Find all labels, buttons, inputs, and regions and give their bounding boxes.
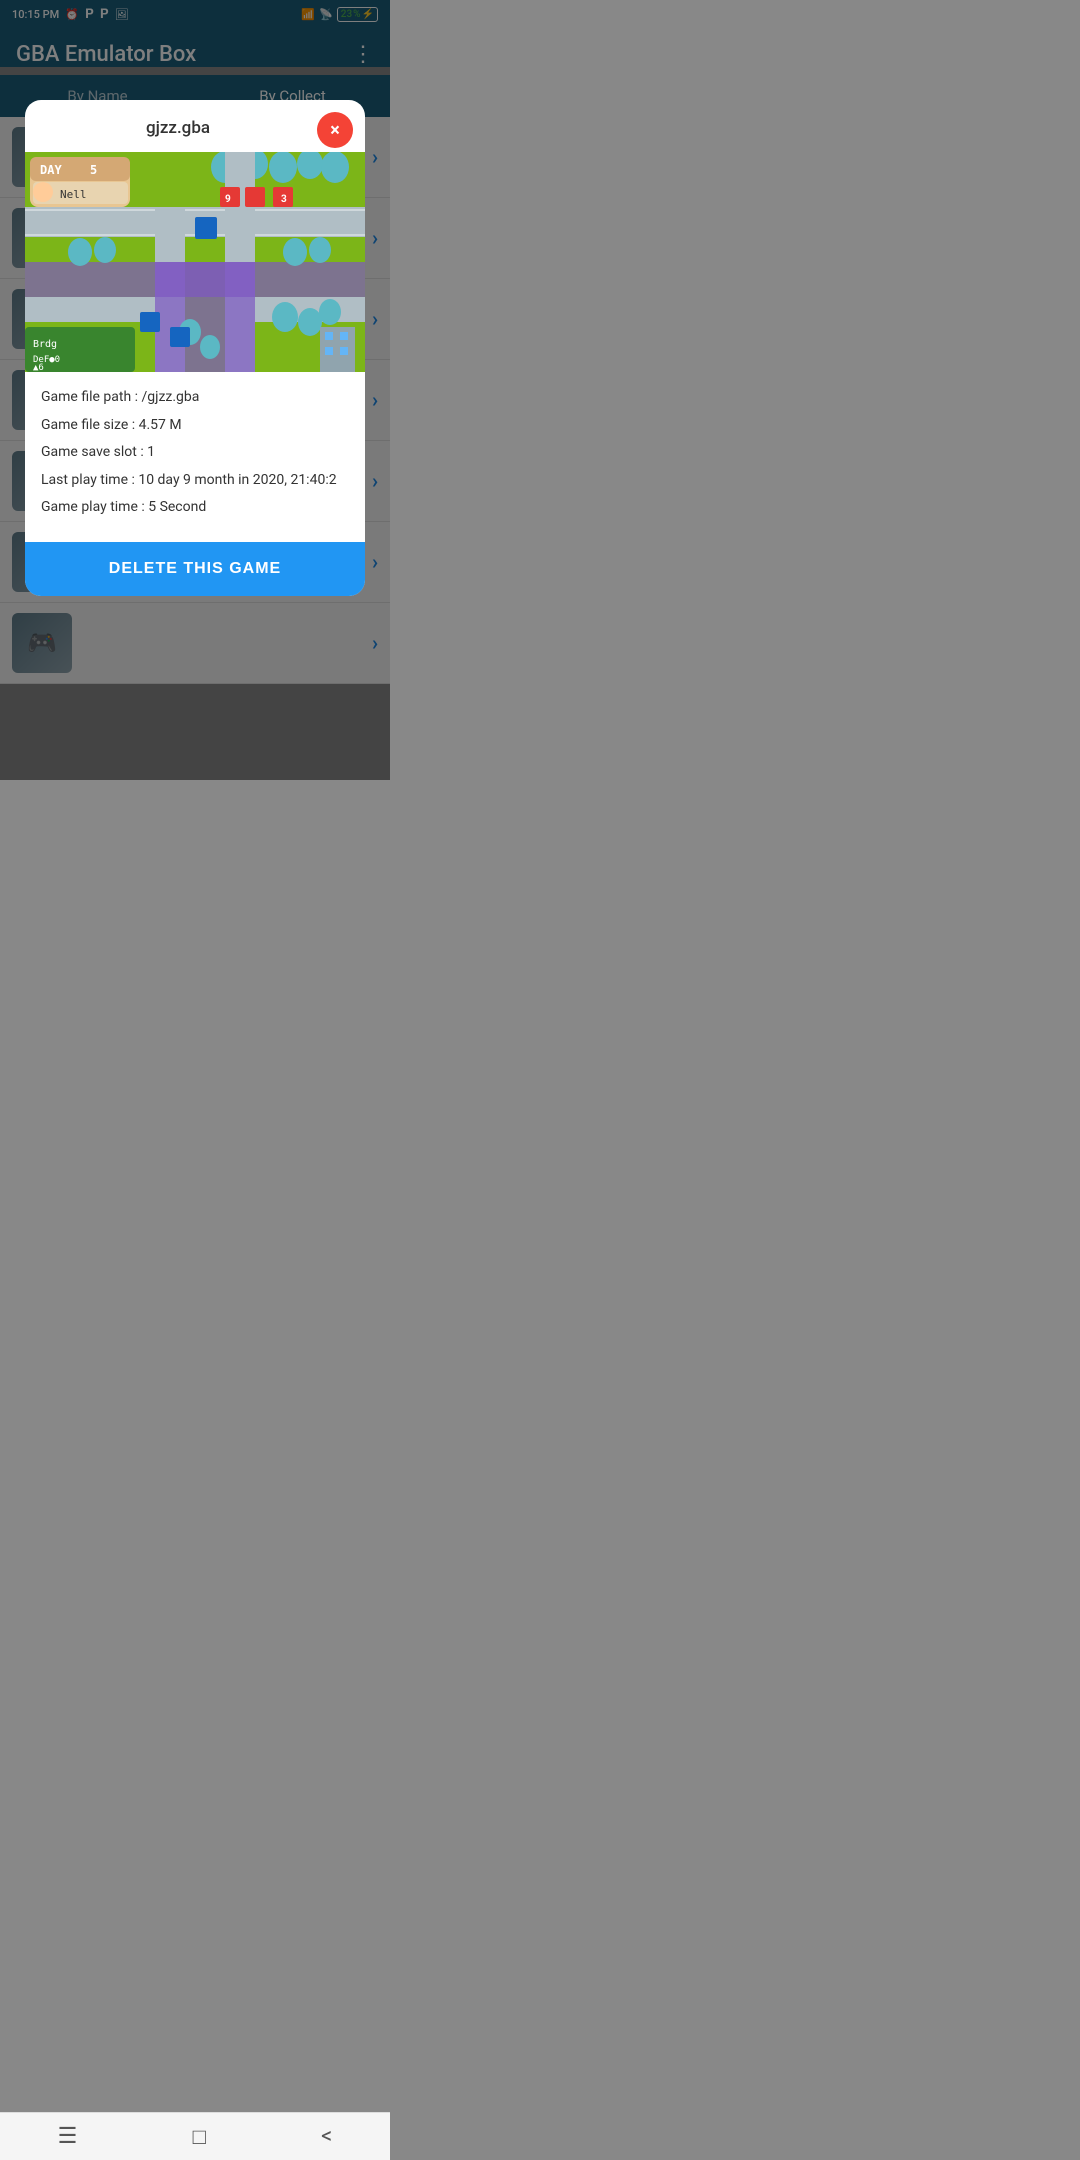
svg-text:5: 5	[90, 163, 97, 177]
close-icon: ×	[330, 120, 340, 141]
file-size-row: Game file size : 4.57 M	[41, 416, 349, 436]
game-info-section: Game file path : /gjzz.gba Game file siz…	[25, 372, 365, 542]
save-slot-row: Game save slot : 1	[41, 443, 349, 463]
home-nav-icon[interactable]: □	[193, 2124, 206, 2150]
game-scene-svg: DAY 5 Nell 9 3 Brdg	[25, 152, 365, 372]
svg-text:DAY: DAY	[40, 163, 62, 177]
svg-text:Brdg: Brdg	[33, 339, 57, 350]
modal-header: gjzz.gba ×	[25, 100, 365, 152]
modal-title: gjzz.gba	[146, 118, 210, 138]
delete-game-button[interactable]: DELETE THIS GAME	[25, 542, 365, 596]
last-play-time-row: Last play time : 10 day 9 month in 2020,…	[41, 471, 349, 491]
svg-text:▲6: ▲6	[33, 363, 44, 372]
svg-text:Nell: Nell	[60, 188, 87, 201]
modal-overlay[interactable]: gjzz.gba ×	[0, 0, 390, 780]
close-button[interactable]: ×	[317, 112, 353, 148]
game-screenshot: DAY 5 Nell 9 3 Brdg	[25, 152, 365, 372]
svg-text:3: 3	[281, 194, 287, 205]
svg-text:9: 9	[225, 194, 231, 205]
menu-nav-icon[interactable]: ☰	[58, 2124, 78, 2149]
bottom-navigation: ☰ □ <	[0, 2112, 390, 2160]
back-nav-icon[interactable]: <	[321, 2124, 332, 2149]
game-detail-modal: gjzz.gba ×	[25, 100, 365, 596]
file-path-row: Game file path : /gjzz.gba	[41, 388, 349, 408]
play-time-row: Game play time : 5 Second	[41, 498, 349, 518]
